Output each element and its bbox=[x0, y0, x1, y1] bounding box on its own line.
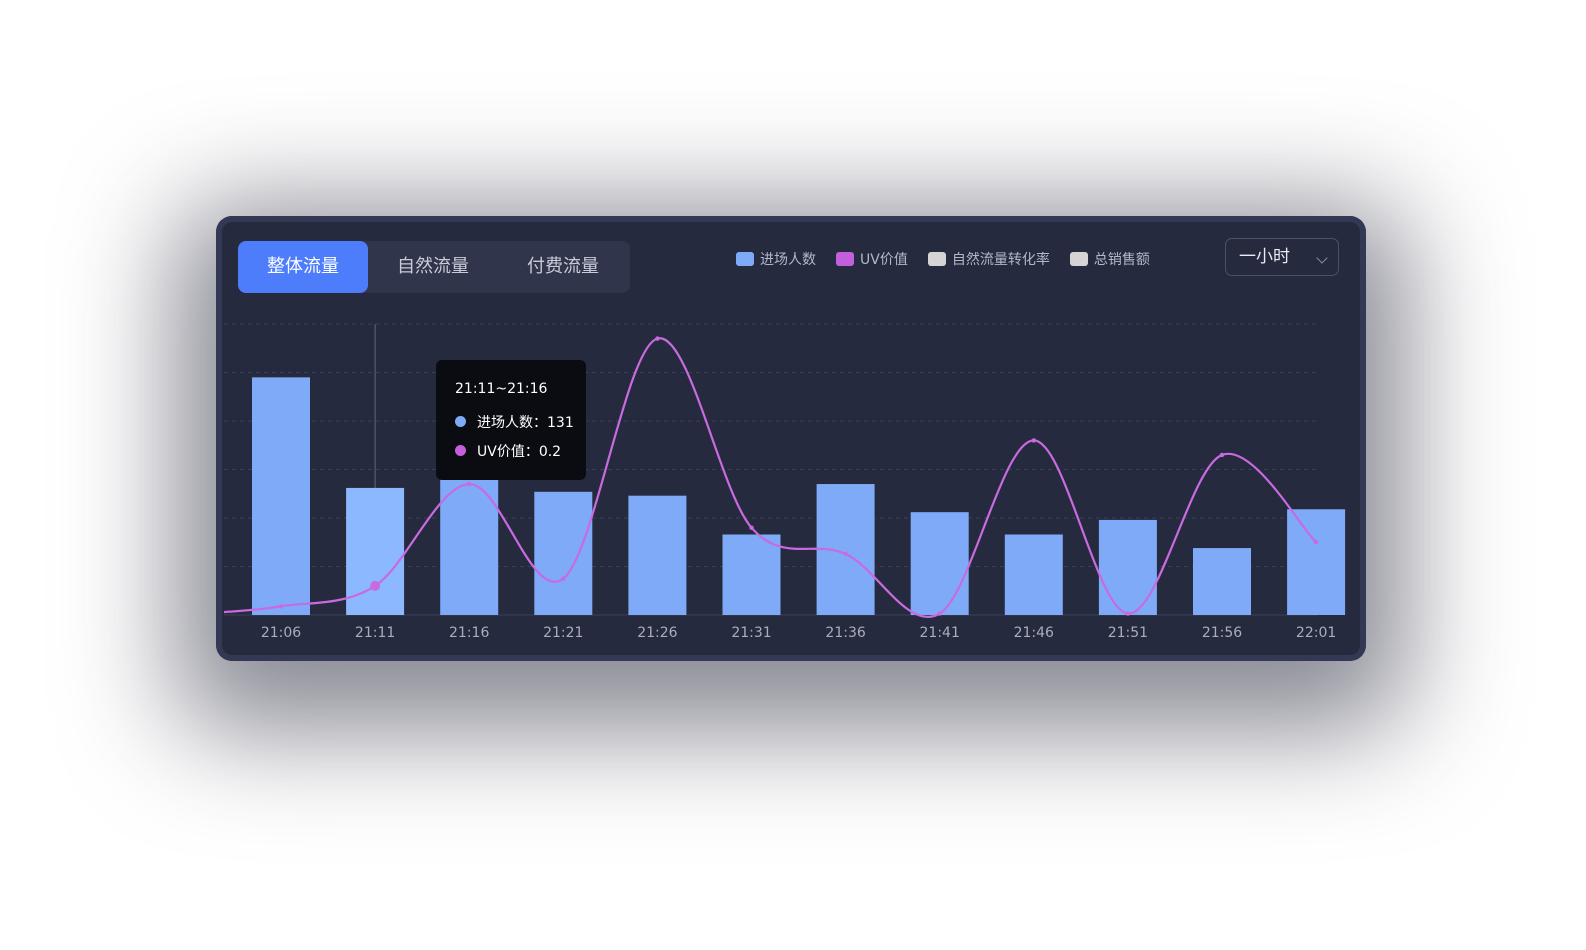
bar-visitors-21:26[interactable] bbox=[628, 495, 687, 615]
x-tick-label: 21:16 bbox=[449, 625, 489, 641]
uv-point-21:06[interactable] bbox=[278, 604, 284, 609]
bar-visitors-21:06[interactable] bbox=[252, 377, 310, 615]
uv-point-21:46[interactable] bbox=[1031, 438, 1036, 443]
uv-point-22:01[interactable] bbox=[1313, 540, 1319, 545]
bar-visitors-21:56[interactable] bbox=[1193, 548, 1251, 615]
uv-point-21:56[interactable] bbox=[1219, 452, 1225, 458]
bar-visitors-21:31[interactable] bbox=[722, 534, 781, 615]
traffic-chart-plot: 21:06 21:11 21:16 21:21 21:26 21:31 21:36 21:41… bbox=[223, 323, 1346, 641]
uv-point-21:16[interactable] bbox=[467, 481, 472, 487]
x-tick-label: 21:21 bbox=[543, 625, 583, 641]
tooltip-text-visitors: 进场人数：131 bbox=[477, 414, 574, 431]
x-tick-label: 21:36 bbox=[825, 625, 865, 641]
x-tick-label: 21:46 bbox=[1014, 625, 1054, 641]
chart-tooltip: 21:11~21:16 进场人数：131 UV价值：0.2 bbox=[436, 360, 586, 480]
bar-visitors-21:51[interactable] bbox=[1098, 519, 1157, 615]
tooltip-text-uv-value: UV价值：0.2 bbox=[477, 443, 562, 460]
tooltip-dot-visitors bbox=[455, 416, 466, 427]
x-tick-label: 21:51 bbox=[1108, 625, 1148, 641]
x-tick-label: 22:01 bbox=[1296, 625, 1336, 641]
bar-visitors-21:21[interactable] bbox=[534, 491, 593, 615]
uv-point-21:41[interactable] bbox=[937, 611, 942, 616]
tooltip-row-uv-value: UV价值：0.2 bbox=[455, 436, 586, 465]
uv-point-21:31[interactable] bbox=[749, 525, 754, 530]
bar-visitors-21:41[interactable] bbox=[910, 512, 969, 615]
tooltip-title: 21:11~21:16 bbox=[455, 381, 548, 397]
x-tick-label: 21:26 bbox=[637, 625, 677, 641]
uv-point-21:11[interactable] bbox=[370, 580, 381, 591]
x-tick-label: 21:41 bbox=[920, 625, 960, 641]
uv-point-21:51[interactable] bbox=[1125, 611, 1131, 616]
bar-visitors-21:46[interactable] bbox=[1004, 534, 1063, 615]
uv-point-21:36[interactable] bbox=[843, 551, 848, 557]
bar-visitors-22:01[interactable] bbox=[1287, 509, 1346, 615]
x-tick-label: 21:06 bbox=[261, 625, 301, 641]
uv-point-21:26[interactable] bbox=[655, 336, 660, 341]
x-tick-label: 21:31 bbox=[731, 625, 771, 641]
x-tick-label: 21:11 bbox=[355, 625, 395, 641]
tooltip-row-visitors: 进场人数：131 bbox=[455, 407, 586, 436]
traffic-chart-card: 整体流量 自然流量 付费流量 进场人数 UV价值 自然流量转化率 总销售额 一小… bbox=[216, 216, 1366, 661]
tooltip-dot-uv-value bbox=[455, 445, 466, 456]
uv-point-21:21[interactable] bbox=[561, 576, 566, 581]
x-tick-label: 21:56 bbox=[1202, 625, 1242, 641]
